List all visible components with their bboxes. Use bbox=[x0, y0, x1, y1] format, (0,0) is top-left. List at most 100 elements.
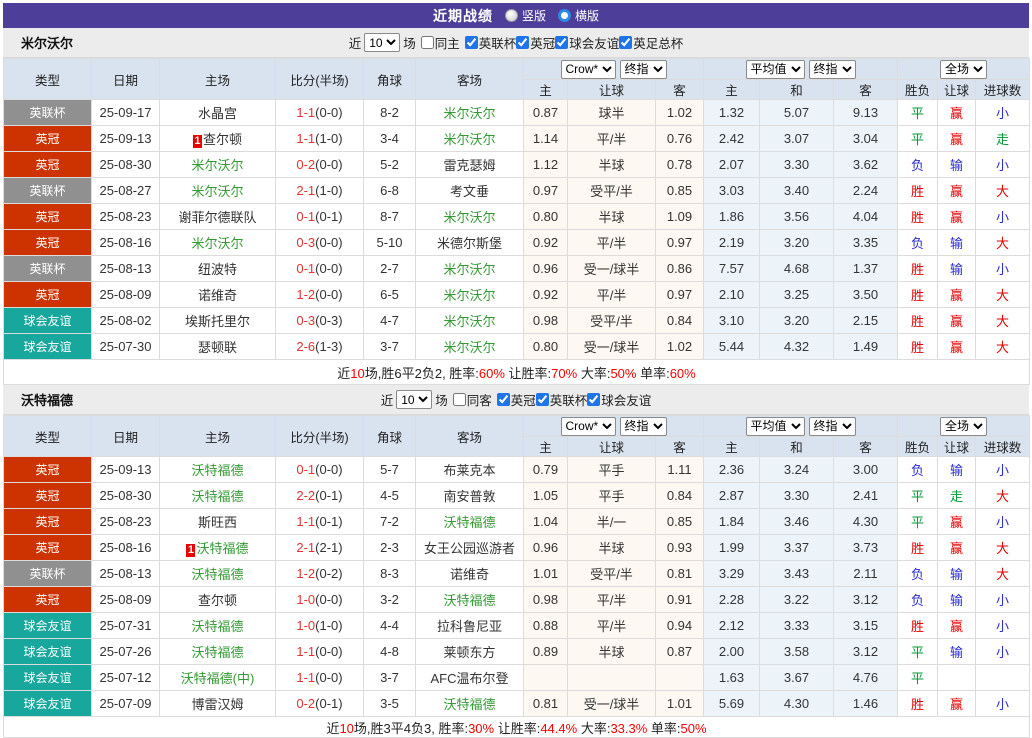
eu-away-odds: 2.15 bbox=[832, 307, 899, 334]
competition-badge-label: 球会友谊 bbox=[23, 314, 72, 328]
competition-filter[interactable]: 英联杯 bbox=[535, 390, 587, 409]
competition-checkbox[interactable] bbox=[464, 36, 478, 49]
competition-filter[interactable]: 英联杯 bbox=[464, 33, 516, 52]
subcol-goals: 进球数 bbox=[975, 79, 1031, 100]
subcol-eu-away: 客 bbox=[832, 436, 899, 457]
competition-checkbox[interactable] bbox=[535, 393, 549, 406]
ah-away-odds: 0.84 bbox=[655, 307, 704, 334]
eu-draw-odds: 3.37 bbox=[759, 534, 834, 561]
fulltime-score: 0-2 bbox=[296, 696, 316, 711]
same-venue-filter[interactable]: 同主 bbox=[420, 33, 460, 52]
competition-checkbox[interactable] bbox=[587, 393, 601, 406]
competition-filter[interactable]: 球会友谊 bbox=[555, 33, 619, 52]
col-score: 比分(半场) bbox=[275, 58, 364, 100]
home-team-name: 沃特福德 bbox=[191, 567, 244, 582]
same-venue-checkbox[interactable] bbox=[452, 393, 466, 406]
competition-filter[interactable]: 英冠 bbox=[496, 390, 536, 409]
corners: 8-7 bbox=[363, 203, 416, 230]
col-score: 比分(半场) bbox=[275, 415, 364, 457]
subcol-wdl: 胜负 bbox=[897, 436, 939, 457]
avg-odds-select[interactable]: 平均值 bbox=[745, 59, 805, 79]
away-team-name: 女王公园巡游者 bbox=[423, 541, 515, 556]
matches-label: 场 bbox=[435, 394, 448, 408]
eu-home-odds: 1.32 bbox=[703, 99, 760, 126]
avg-odds-select[interactable]: 平均值 bbox=[745, 416, 805, 436]
result-handicap bbox=[937, 664, 977, 691]
corners: 8-3 bbox=[363, 560, 416, 587]
odds-company-select[interactable]: Crow* bbox=[560, 416, 616, 436]
layout-horizontal-radio[interactable]: 横版 bbox=[558, 7, 599, 24]
away-team-name: 米尔沃尔 bbox=[443, 210, 496, 225]
ah-away-odds: 0.85 bbox=[655, 177, 704, 204]
competition-filter[interactable]: 英足总杯 bbox=[619, 33, 683, 52]
layout-vertical-radio[interactable]: 竖版 bbox=[504, 7, 546, 24]
same-venue-checkbox[interactable] bbox=[420, 36, 434, 49]
corners: 3-5 bbox=[363, 690, 416, 717]
summary-segment: 场,胜6平2负2, 胜率: bbox=[364, 365, 479, 381]
ah-home-odds: 0.89 bbox=[523, 638, 568, 665]
ah-handicap: 平/半 bbox=[567, 125, 656, 152]
scope-select[interactable]: 全场 bbox=[940, 59, 988, 79]
result-group-header: 全场 bbox=[897, 415, 1031, 437]
summary-segment: 单率: bbox=[636, 365, 670, 381]
eu-draw-odds: 3.40 bbox=[759, 177, 834, 204]
halftime-score: (0-1) bbox=[315, 209, 343, 224]
radio-icon[interactable] bbox=[504, 9, 518, 22]
competition-type-cell: 英冠 bbox=[3, 456, 92, 483]
ah-away-odds: 0.97 bbox=[655, 229, 704, 256]
eu-away-odds: 1.37 bbox=[832, 255, 899, 282]
subcol-goals: 进球数 bbox=[975, 436, 1031, 457]
competition-checkbox[interactable] bbox=[516, 36, 530, 49]
ah-home-odds: 0.96 bbox=[523, 534, 568, 561]
result-wdl: 负 bbox=[897, 586, 939, 613]
odds-company-select[interactable]: Crow* bbox=[560, 59, 616, 79]
eu-home-odds: 2.10 bbox=[703, 281, 760, 308]
match-count-select[interactable]: 10 bbox=[364, 33, 401, 52]
competition-filter[interactable]: 英冠 bbox=[516, 33, 555, 52]
table-row: 英冠 25-08-30 米尔沃尔 0-2(0-0) 5-2 雷克瑟姆 1.12 … bbox=[3, 151, 1031, 178]
ah-handicap: 受平/半 bbox=[567, 307, 656, 334]
home-team-cell: 沃特福德 bbox=[159, 560, 276, 587]
home-team-cell: 沃特福德 bbox=[159, 612, 276, 639]
score-cell: 1-1(0-0) bbox=[275, 99, 364, 126]
competition-checkbox[interactable] bbox=[619, 36, 633, 49]
corners: 7-2 bbox=[363, 508, 416, 535]
competition-checkbox[interactable] bbox=[555, 36, 569, 49]
scope-select[interactable]: 全场 bbox=[940, 416, 988, 436]
score-cell: 0-2(0-1) bbox=[275, 690, 364, 717]
subcol-ah-handicap: 让球 bbox=[567, 79, 656, 100]
result-handicap: 赢 bbox=[937, 307, 977, 334]
corners: 4-8 bbox=[363, 638, 416, 665]
result-handicap: 赢 bbox=[937, 534, 977, 561]
away-team-cell: 沃特福德 bbox=[415, 586, 524, 613]
subcol-eu-draw: 和 bbox=[759, 79, 834, 100]
table-row: 球会友谊 25-07-09 博雷汉姆 0-2(0-1) 3-5 沃特福德 0.8… bbox=[3, 690, 1031, 717]
home-team-name: 沃特福德(中) bbox=[180, 671, 255, 686]
competition-filter[interactable]: 球会友谊 bbox=[587, 390, 651, 409]
summary-segment: 33.3% bbox=[610, 720, 648, 736]
corners: 5-10 bbox=[363, 229, 416, 256]
ah-away-odds: 0.86 bbox=[655, 255, 704, 282]
team-section: 沃特福德 近 10 场 同客 英冠 英联杯 球会友谊 类型 日期 主场 比分(半… bbox=[2, 385, 1031, 738]
competition-badge-label: 英冠 bbox=[35, 132, 60, 146]
col-home: 主场 bbox=[159, 415, 276, 457]
eu-away-odds: 4.30 bbox=[832, 508, 899, 535]
avg-stage-select[interactable]: 终指 bbox=[808, 416, 856, 436]
competition-checkbox[interactable] bbox=[496, 393, 510, 406]
eu-draw-odds: 3.20 bbox=[759, 307, 834, 334]
match-count-select[interactable]: 10 bbox=[396, 390, 433, 409]
odds-stage-select[interactable]: 终指 bbox=[619, 416, 667, 436]
result-wdl: 胜 bbox=[897, 203, 939, 230]
halftime-score: (1-0) bbox=[315, 183, 343, 198]
odds-stage-select[interactable]: 终指 bbox=[619, 59, 667, 79]
radio-icon[interactable] bbox=[558, 9, 571, 22]
eu-away-odds: 3.73 bbox=[832, 534, 899, 561]
result-goals: 小 bbox=[975, 99, 1031, 126]
result-wdl: 负 bbox=[897, 560, 939, 587]
competition-type-cell: 球会友谊 bbox=[3, 333, 92, 360]
avg-stage-select[interactable]: 终指 bbox=[808, 59, 856, 79]
subcol-eu-away: 客 bbox=[832, 79, 899, 100]
competition-filters: 英冠 英联杯 球会友谊 bbox=[496, 390, 651, 409]
subcol-handicap-result: 让球 bbox=[937, 79, 977, 100]
same-venue-filter[interactable]: 同客 bbox=[452, 390, 492, 409]
